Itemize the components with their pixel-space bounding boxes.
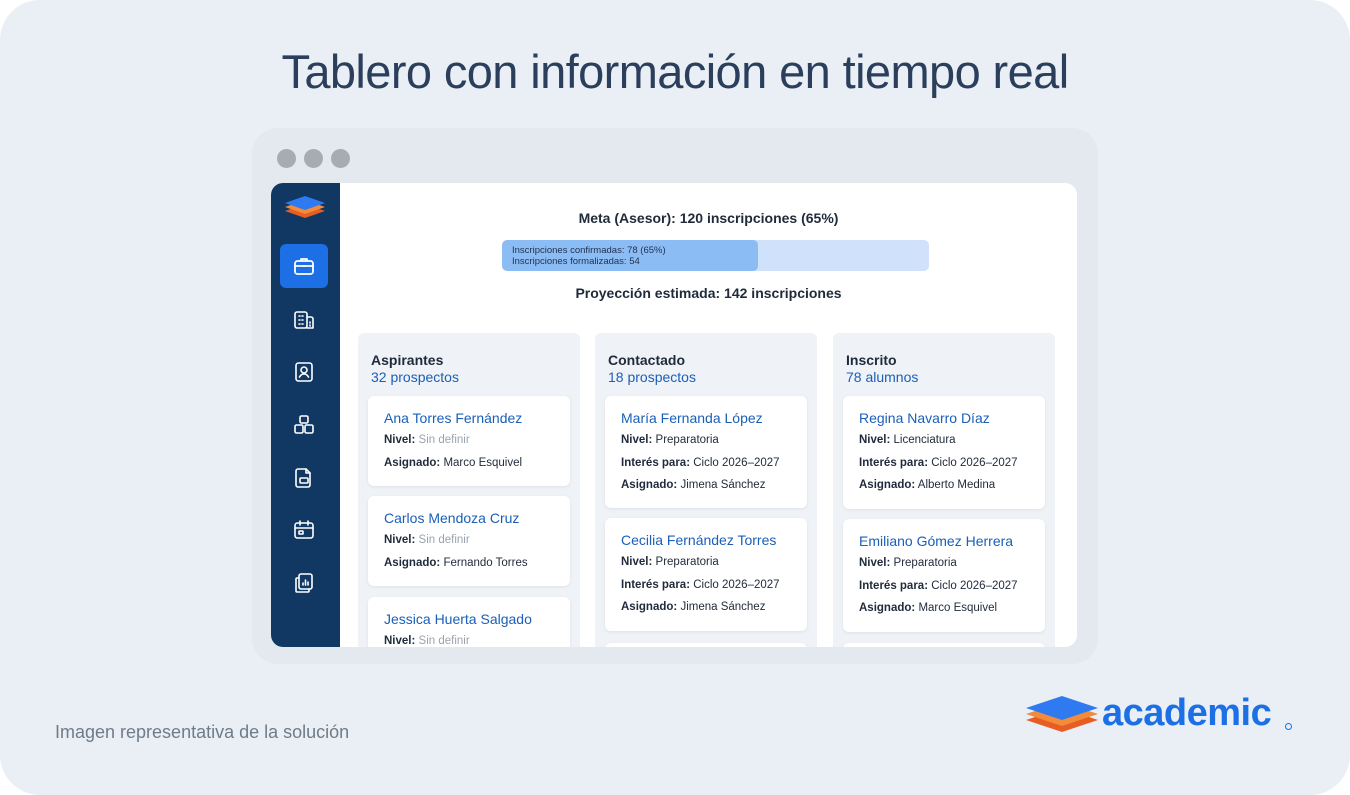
brand-logo: academic bbox=[1024, 692, 1294, 740]
prospect-card[interactable]: María Fernanda López Nivel: Preparatoria… bbox=[605, 396, 807, 508]
field-nivel: Nivel: Preparatoria bbox=[621, 434, 719, 446]
column-title: Contactado bbox=[608, 352, 685, 368]
registered-mark bbox=[1285, 723, 1292, 730]
field-asignado: Asignado: Fernando Torres bbox=[384, 557, 528, 569]
field-interes: Interés para: Ciclo 2026–2027 bbox=[859, 457, 1018, 469]
academic-logo-icon[interactable] bbox=[283, 193, 327, 223]
column-title: Inscrito bbox=[846, 352, 897, 368]
pipeline-column-aspirantes: Aspirantes 32 prospectos Ana Torres Fern… bbox=[358, 333, 580, 647]
prospect-card[interactable]: Regina Navarro Díaz Nivel: Licenciatura … bbox=[843, 396, 1045, 509]
field-nivel: Nivel: Sin definir bbox=[384, 635, 470, 647]
calendar-icon bbox=[294, 520, 314, 539]
column-count: 78 alumnos bbox=[846, 369, 919, 385]
prospect-card[interactable]: Ana Torres Fernández Nivel: Sin definir … bbox=[368, 396, 570, 486]
field-nivel: Nivel: Sin definir bbox=[384, 534, 470, 546]
headline: Tablero con información en tiempo real bbox=[281, 45, 1069, 98]
building-icon bbox=[294, 311, 314, 329]
sidebar bbox=[271, 183, 340, 647]
progress-details: Inscripciones confirmadas: 78 (65%) Insc… bbox=[512, 245, 666, 267]
prospect-card[interactable]: Cecilia Fernández Torres Nivel: Preparat… bbox=[605, 518, 807, 631]
prospect-card[interactable]: Carlos Mendoza Cruz Nivel: Sin definir A… bbox=[368, 496, 570, 586]
browser-window: Meta (Asesor): 120 inscripciones (65%) I… bbox=[252, 128, 1098, 664]
sidebar-item-calendar[interactable] bbox=[280, 508, 328, 552]
field-asignado: Asignado: Jimena Sánchez bbox=[621, 479, 766, 491]
prospect-name[interactable]: Jessica Huerta Salgado bbox=[384, 611, 532, 627]
sidebar-item-boxes[interactable] bbox=[280, 403, 328, 447]
field-nivel: Nivel: Preparatoria bbox=[621, 556, 719, 568]
formalized-enrollments: Inscripciones formalizadas: 54 bbox=[512, 256, 640, 267]
brand-name: academic bbox=[1102, 692, 1272, 734]
field-nivel: Nivel: Sin definir bbox=[384, 434, 470, 446]
dashboard-content: Meta (Asesor): 120 inscripciones (65%) I… bbox=[340, 183, 1077, 647]
sidebar-item-reports[interactable] bbox=[280, 561, 328, 605]
prospect-card[interactable]: Jessica Huerta Salgado Nivel: Sin defini… bbox=[368, 597, 570, 647]
window-control-dot bbox=[304, 149, 323, 168]
sidebar-item-building[interactable] bbox=[280, 298, 328, 342]
field-interes: Interés para: Ciclo 2026–2027 bbox=[621, 457, 780, 469]
field-asignado: Asignado: Marco Esquivel bbox=[384, 457, 523, 469]
report-chart-icon bbox=[295, 573, 313, 593]
field-interes: Interés para: Ciclo 2026–2027 bbox=[859, 580, 1018, 592]
academic-logo-icon bbox=[1026, 696, 1098, 732]
field-asignado: Asignado: Jimena Sánchez bbox=[621, 601, 766, 613]
prospect-name[interactable]: Carlos Mendoza Cruz bbox=[384, 510, 519, 526]
slide-background: Tablero con información en tiempo real M… bbox=[0, 0, 1350, 795]
sidebar-item-contacts[interactable] bbox=[280, 350, 328, 394]
pipeline-column-contactado: Contactado 18 prospectos María Fernanda … bbox=[595, 333, 817, 647]
prospect-card-partial[interactable] bbox=[843, 643, 1045, 647]
column-title: Aspirantes bbox=[371, 352, 444, 368]
prospect-card-partial[interactable] bbox=[605, 643, 807, 647]
confirmed-enrollments: Inscripciones confirmadas: 78 (65%) bbox=[512, 245, 666, 256]
prospect-name[interactable]: Ana Torres Fernández bbox=[384, 410, 522, 426]
document-icon bbox=[295, 468, 311, 488]
boxes-icon bbox=[294, 415, 314, 434]
caption: Imagen representativa de la solución bbox=[55, 722, 350, 742]
sidebar-item-documents[interactable] bbox=[280, 456, 328, 500]
window-control-dot bbox=[331, 149, 350, 168]
prospect-name[interactable]: María Fernanda López bbox=[621, 410, 763, 426]
contact-book-icon bbox=[295, 362, 313, 382]
pipeline-column-inscrito: Inscrito 78 alumnos Regina Navarro Díaz … bbox=[833, 333, 1055, 647]
column-count: 32 prospectos bbox=[371, 369, 459, 385]
field-interes: Interés para: Ciclo 2026–2027 bbox=[621, 579, 780, 591]
app-viewport: Meta (Asesor): 120 inscripciones (65%) I… bbox=[271, 183, 1077, 647]
column-count: 18 prospectos bbox=[608, 369, 696, 385]
goal-progress-bar: Inscripciones confirmadas: 78 (65%) Insc… bbox=[502, 240, 929, 271]
field-nivel: Nivel: Licenciatura bbox=[859, 434, 956, 446]
field-asignado: Asignado: Marco Esquivel bbox=[859, 602, 998, 614]
prospect-name[interactable]: Emiliano Gómez Herrera bbox=[859, 533, 1013, 549]
sidebar-item-briefcase[interactable] bbox=[280, 244, 328, 288]
goal-title: Meta (Asesor): 120 inscripciones (65%) bbox=[578, 210, 839, 226]
briefcase-icon bbox=[294, 258, 314, 275]
prospect-name[interactable]: Cecilia Fernández Torres bbox=[621, 532, 776, 548]
field-asignado: Asignado: Alberto Medina bbox=[859, 479, 996, 491]
prospect-card[interactable]: Emiliano Gómez Herrera Nivel: Preparator… bbox=[843, 519, 1045, 632]
projection-text: Proyección estimada: 142 inscripciones bbox=[575, 285, 842, 301]
window-control-dot bbox=[277, 149, 296, 168]
field-nivel: Nivel: Preparatoria bbox=[859, 557, 957, 569]
prospect-name[interactable]: Regina Navarro Díaz bbox=[859, 410, 990, 426]
